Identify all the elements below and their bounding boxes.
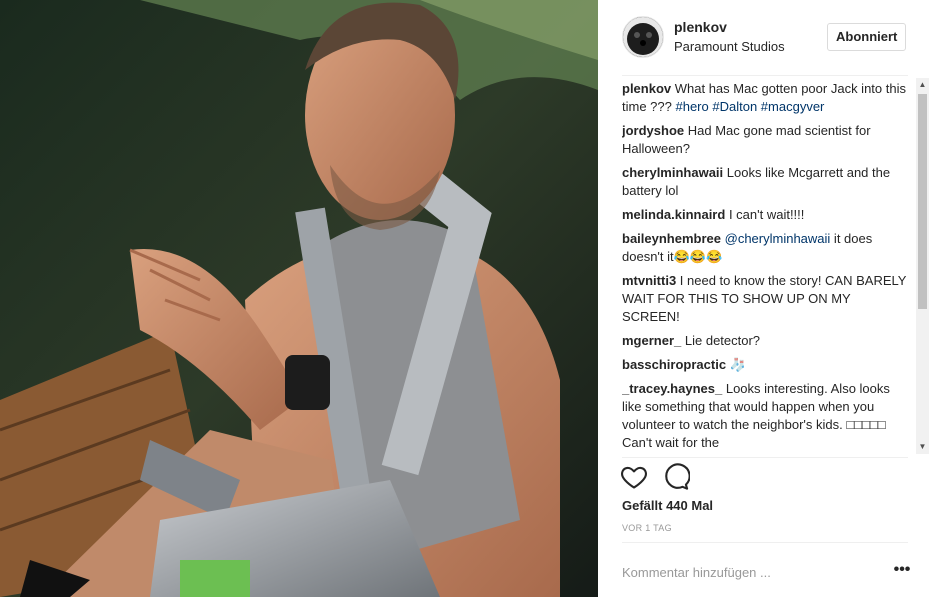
scroll-down-arrow-icon[interactable]: ▼ bbox=[916, 440, 929, 454]
comment-hashtag-link[interactable]: #Dalton bbox=[712, 99, 757, 114]
comment-item: melinda.kinnaird I can't wait!!!! bbox=[622, 206, 912, 224]
likes-count[interactable]: Gefällt 440 Mal bbox=[622, 498, 713, 513]
comment-item: mtvnitti3 I need to know the story! CAN … bbox=[622, 272, 912, 326]
post-actions bbox=[620, 463, 700, 491]
comment-item: mgerner_ Lie detector? bbox=[622, 332, 912, 350]
post-image bbox=[0, 0, 598, 597]
actions-divider bbox=[622, 457, 908, 458]
heart-icon[interactable] bbox=[620, 463, 648, 491]
comment-username[interactable]: mgerner_ bbox=[622, 333, 681, 348]
comment-item: jordyshoe Had Mac gone mad scientist for… bbox=[622, 122, 912, 158]
comment-item: cherylminhawaii Looks like Mcgarrett and… bbox=[622, 164, 912, 200]
comment-username[interactable]: cherylminhawaii bbox=[622, 165, 723, 180]
comment-username[interactable]: baileynhembree bbox=[622, 231, 721, 246]
comment-username[interactable]: mtvnitti3 bbox=[622, 273, 676, 288]
comment-item: baileynhembree @cherylminhawaii it does … bbox=[622, 230, 912, 266]
post-timestamp[interactable]: VOR 1 TAG bbox=[622, 523, 672, 533]
comment-text: 🧦 bbox=[729, 357, 746, 372]
comment-username[interactable]: basschiropractic bbox=[622, 357, 726, 372]
comment-item: plenkov What has Mac gotten poor Jack in… bbox=[622, 80, 912, 116]
comment-username[interactable]: plenkov bbox=[622, 81, 671, 96]
comments-scrollbar[interactable]: ▲ ▼ bbox=[916, 78, 929, 454]
comments-list[interactable]: plenkov What has Mac gotten poor Jack in… bbox=[622, 80, 912, 454]
header-divider bbox=[622, 75, 908, 76]
follow-button[interactable]: Abonniert bbox=[827, 23, 907, 51]
comment-text: I can't wait!!!! bbox=[728, 207, 805, 222]
post-header: plenkov Paramount Studios Abonniert bbox=[598, 0, 929, 75]
comment-hashtag-link[interactable]: @cherylminhawaii bbox=[725, 231, 831, 246]
comment-text: Lie detector? bbox=[684, 333, 761, 348]
post-sidebar: plenkov Paramount Studios Abonniert plen… bbox=[598, 0, 929, 597]
post-photo[interactable] bbox=[0, 0, 598, 597]
scroll-thumb[interactable] bbox=[918, 94, 927, 309]
comment-bubble-icon[interactable] bbox=[662, 463, 692, 491]
post-author-username[interactable]: plenkov bbox=[674, 19, 727, 35]
more-options-icon[interactable]: ••• bbox=[890, 561, 914, 583]
comment-item: basschiropractic 🧦 bbox=[622, 356, 912, 374]
comment-username[interactable]: jordyshoe bbox=[622, 123, 684, 138]
avatar-image bbox=[623, 17, 663, 57]
input-divider bbox=[622, 542, 908, 543]
comment-hashtag-link[interactable]: #macgyver bbox=[761, 99, 825, 114]
comment-username[interactable]: melinda.kinnaird bbox=[622, 207, 725, 222]
comment-hashtag-link[interactable]: #hero bbox=[675, 99, 708, 114]
post-location[interactable]: Paramount Studios bbox=[674, 39, 785, 54]
comment-item: _tracey.haynes_ Looks interesting. Also … bbox=[622, 380, 912, 452]
scroll-up-arrow-icon[interactable]: ▲ bbox=[916, 78, 929, 92]
comment-input[interactable] bbox=[622, 561, 872, 583]
avatar[interactable] bbox=[622, 16, 664, 58]
comment-username[interactable]: _tracey.haynes_ bbox=[622, 381, 722, 396]
